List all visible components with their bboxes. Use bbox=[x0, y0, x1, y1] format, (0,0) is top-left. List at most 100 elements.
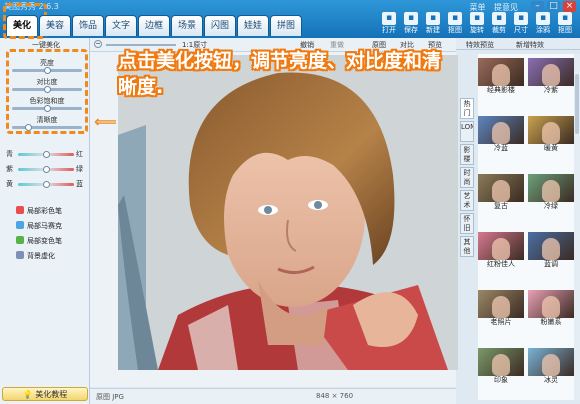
effect-thumbnail[interactable]: 印象 bbox=[478, 348, 524, 384]
toolbar-button-8[interactable]: ▪ 抠图 bbox=[554, 12, 576, 36]
tool-label: 局部彩色笔 bbox=[27, 207, 62, 215]
face-shape bbox=[492, 180, 510, 202]
tab-8[interactable]: 拼图 bbox=[270, 15, 302, 36]
zoom-out-icon[interactable]: − bbox=[94, 40, 102, 48]
menu-link[interactable]: 菜单 bbox=[469, 3, 485, 12]
category-tab-4[interactable]: 艺术 bbox=[460, 190, 474, 211]
toolbar-button-0[interactable]: ▪ 打开 bbox=[378, 12, 400, 36]
effects-tabs: 特效预览 新增特效 bbox=[456, 38, 580, 50]
category-tab-1[interactable]: LOMO bbox=[460, 121, 474, 142]
effect-thumbnail[interactable]: 暖黄 bbox=[528, 116, 574, 152]
portrait-image bbox=[118, 55, 458, 370]
color-slider-knob[interactable] bbox=[43, 181, 50, 188]
tab-2[interactable]: 饰品 bbox=[72, 15, 104, 36]
tutorial-button[interactable]: 💡 美化教程 bbox=[2, 387, 88, 401]
tab-0[interactable]: 美化 bbox=[6, 15, 38, 36]
local-tool-3[interactable]: 背景虚化 bbox=[16, 251, 55, 261]
effects-scrollbar[interactable] bbox=[574, 54, 580, 400]
effect-preview-image bbox=[478, 232, 524, 260]
photo[interactable] bbox=[118, 55, 458, 370]
category-tab-5[interactable]: 怀旧 bbox=[460, 213, 474, 234]
toolbar-label: 旋转 bbox=[470, 26, 484, 34]
arrow-icon: ⟸ bbox=[94, 112, 117, 131]
adjust-slider-knob[interactable] bbox=[44, 86, 51, 93]
color-slider-knob[interactable] bbox=[43, 166, 50, 173]
zoom-slider[interactable] bbox=[106, 44, 176, 46]
color-right-label: 蓝 bbox=[76, 180, 83, 188]
effect-thumbnail[interactable]: 冷蓝 bbox=[478, 116, 524, 152]
effect-thumbnail[interactable]: 红粉佳人 bbox=[478, 232, 524, 268]
minimize-icon[interactable]: – bbox=[531, 1, 544, 12]
effect-preview-image bbox=[478, 58, 524, 86]
color-left-label: 紫 bbox=[6, 165, 13, 173]
category-tab-6[interactable]: 其他 bbox=[460, 236, 474, 257]
close-icon[interactable]: × bbox=[563, 1, 576, 12]
effect-label: 复古 bbox=[494, 202, 508, 210]
category-tab-2[interactable]: 影楼 bbox=[460, 144, 474, 165]
tab-effects-preview[interactable]: 特效预览 bbox=[466, 40, 494, 50]
category-tab-0[interactable]: 热门 bbox=[460, 98, 474, 119]
restore-icon[interactable]: □ bbox=[547, 1, 560, 12]
effect-thumbnail[interactable]: 冷紫 bbox=[528, 58, 574, 94]
adjust-slider-knob[interactable] bbox=[44, 67, 51, 74]
local-tool-0[interactable]: 局部彩色笔 bbox=[16, 206, 62, 216]
effect-thumbnail[interactable]: 冰灵 bbox=[528, 348, 574, 384]
color-right-label: 红 bbox=[76, 150, 83, 158]
effect-label: 冰灵 bbox=[544, 376, 558, 384]
tutorial-label: 美化教程 bbox=[35, 390, 68, 399]
effect-label: 经典影楼 bbox=[487, 86, 515, 94]
effect-thumbnail[interactable]: 蓝调 bbox=[528, 232, 574, 268]
toolbar-button-3[interactable]: ▪ 抠图 bbox=[444, 12, 466, 36]
effect-thumbnail[interactable]: 冷绿 bbox=[528, 174, 574, 210]
color-slider-knob[interactable] bbox=[43, 151, 50, 158]
local-tool-1[interactable]: 局部马赛克 bbox=[16, 221, 62, 231]
face-shape bbox=[492, 64, 510, 86]
toolbar-button-4[interactable]: ▪ 旋转 bbox=[466, 12, 488, 36]
toolbar-button-2[interactable]: ▪ 新建 bbox=[422, 12, 444, 36]
effect-label: 红粉佳人 bbox=[487, 260, 515, 268]
adjust-slider-track[interactable] bbox=[12, 126, 82, 129]
face-shape bbox=[492, 122, 510, 144]
face-shape bbox=[542, 122, 560, 144]
annotation-text: 点击美化按钮，调节亮度、对比度和清晰度. bbox=[118, 50, 442, 98]
effect-thumbnail[interactable]: 粉嫩系 bbox=[528, 290, 574, 326]
face-shape bbox=[492, 296, 510, 318]
image-size: 848 × 760 bbox=[316, 392, 354, 400]
file-type: 原图 JPG bbox=[96, 393, 124, 401]
adjust-slider-knob[interactable] bbox=[44, 105, 51, 112]
local-tool-2[interactable]: 局部变色笔 bbox=[16, 236, 62, 246]
tool-icon bbox=[16, 206, 24, 214]
tab-3[interactable]: 文字 bbox=[105, 15, 137, 36]
tool-icon bbox=[16, 236, 24, 244]
tab-1[interactable]: 美容 bbox=[39, 15, 71, 36]
toolbar-button-5[interactable]: ▪ 裁剪 bbox=[488, 12, 510, 36]
tab-5[interactable]: 场景 bbox=[171, 15, 203, 36]
cutout-icon: ▪ bbox=[448, 12, 462, 25]
effect-thumbnail[interactable]: 复古 bbox=[478, 174, 524, 210]
color-left-label: 黄 bbox=[6, 180, 13, 188]
toolbar-label: 裁剪 bbox=[492, 26, 506, 34]
feedback-link[interactable]: 提意见 bbox=[494, 3, 518, 12]
adjust-slider-knob[interactable] bbox=[24, 124, 32, 131]
tab-4[interactable]: 边框 bbox=[138, 15, 170, 36]
folder-icon: ▪ bbox=[382, 12, 396, 25]
scribble-icon: ▪ bbox=[536, 12, 550, 25]
new-icon: ▪ bbox=[426, 12, 440, 25]
tool-icon bbox=[16, 221, 24, 229]
pen-icon: ▪ bbox=[558, 12, 572, 25]
effect-preview-image bbox=[528, 348, 574, 376]
tab-7[interactable]: 娃娃 bbox=[237, 15, 269, 36]
toolbar-button-7[interactable]: ▪ 涂鸦 bbox=[532, 12, 554, 36]
toolbar-button-6[interactable]: ▪ 尺寸 bbox=[510, 12, 532, 36]
color-right-label: 绿 bbox=[76, 165, 83, 173]
color-left-label: 青 bbox=[6, 150, 13, 158]
rotate-icon: ▪ bbox=[470, 12, 484, 25]
effect-thumbnail[interactable]: 经典影楼 bbox=[478, 58, 524, 94]
toolbar-button-1[interactable]: ▪ 保存 bbox=[400, 12, 422, 36]
effect-thumbnail[interactable]: 老照片 bbox=[478, 290, 524, 326]
tab-6[interactable]: 闪图 bbox=[204, 15, 236, 36]
app-window: 美图秀秀 2.6.3 菜单 提意见 – □ × 一键美化 💡 美化教程 − 1:… bbox=[0, 0, 580, 404]
tab-new-effects[interactable]: 新增特效 bbox=[516, 40, 544, 50]
category-tab-3[interactable]: 时尚 bbox=[460, 167, 474, 188]
toolbar-label: 新建 bbox=[426, 26, 440, 34]
